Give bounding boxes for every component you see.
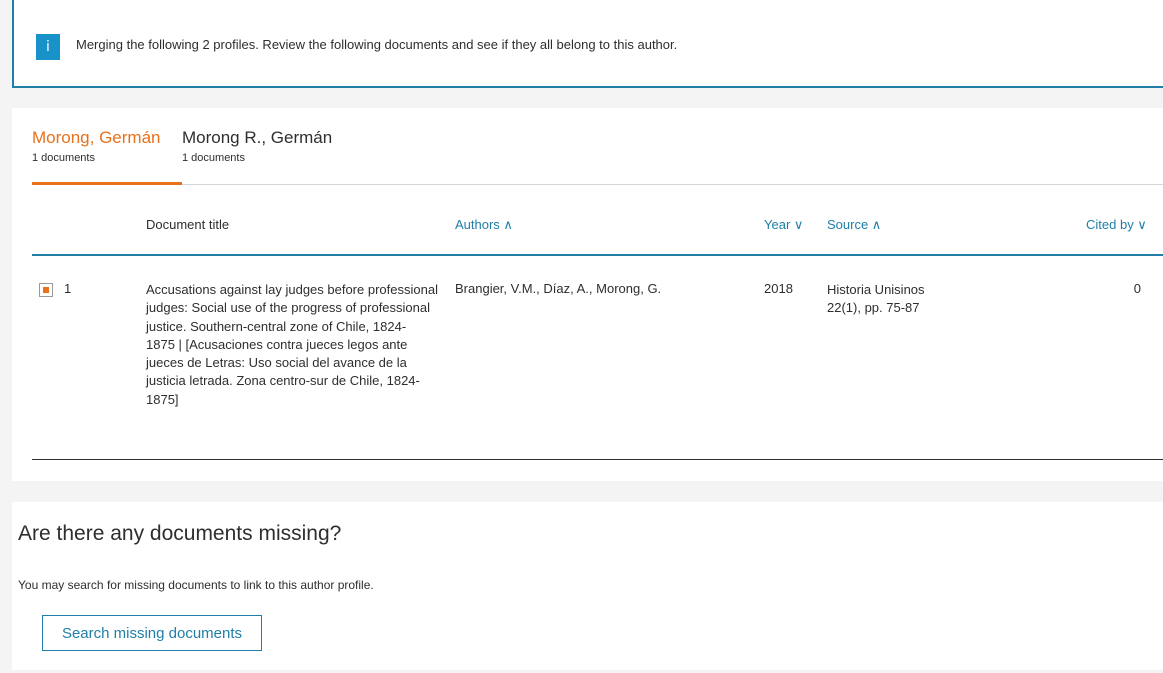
source-name: Historia Unisinos <box>827 282 925 297</box>
document-cited-by-count: 0 <box>1133 281 1141 296</box>
document-title-line: 1875] <box>146 391 179 407</box>
column-header-authors-sort[interactable]: Authors ∧ <box>455 217 513 233</box>
column-header-source-sort[interactable]: Source ∧ <box>827 217 881 233</box>
documents-panel: Morong, Germán 1 documents Morong R., Ge… <box>12 108 1163 481</box>
profile-tab-count: 1 documents <box>182 152 245 164</box>
row-number: 1 <box>64 281 72 296</box>
table-header-divider <box>32 254 1163 256</box>
document-title-line: justicia letrada. Zona centro-sur de Chi… <box>146 373 420 389</box>
profile-tab-name: Morong, Germán <box>32 128 161 147</box>
document-title-line: judges: Social use of the progress of pr… <box>146 300 431 316</box>
profile-tab-name: Morong R., Germán <box>182 128 333 147</box>
info-icon: i <box>36 34 60 60</box>
document-authors: Brangier, V.M., Díaz, A., Morong, G. <box>455 281 662 296</box>
profile-tab-count: 1 documents <box>32 152 95 164</box>
document-source: Historia Unisinos 22(1), pp. 75-87 <box>827 281 925 318</box>
table-bottom-divider <box>32 459 1163 460</box>
missing-documents-heading: Are there any documents missing? <box>18 522 342 545</box>
merge-info-banner: i Merging the following 2 profiles. Revi… <box>12 0 1163 88</box>
merge-info-message: Merging the following 2 profiles. Review… <box>76 37 678 52</box>
search-missing-documents-button[interactable]: Search missing documents <box>42 615 262 651</box>
document-title-line: justice. Southern-central zone of Chile,… <box>146 318 407 334</box>
document-year: 2018 <box>764 281 793 296</box>
column-header-cited-by-sort[interactable]: Cited by ∨ <box>1086 217 1147 233</box>
missing-documents-description: You may search for missing documents to … <box>18 578 374 592</box>
source-detail: 22(1), pp. 75-87 <box>827 300 920 316</box>
profile-tab-morong-german[interactable]: Morong, Germán 1 documents <box>32 128 161 164</box>
checkbox-checked-mark <box>43 287 49 293</box>
row-checkbox[interactable] <box>39 283 53 297</box>
document-title-link[interactable]: Accusations against lay judges before pr… <box>146 281 446 409</box>
tabs-divider <box>32 184 1163 185</box>
profile-tab-morong-r-german[interactable]: Morong R., Germán 1 documents <box>182 128 332 164</box>
column-header-document-title: Document title <box>146 217 230 232</box>
document-title-line: 1875 | [Acusaciones contra jueces legos … <box>146 336 408 352</box>
column-header-year-sort[interactable]: Year ∨ <box>764 217 803 233</box>
missing-documents-panel: Are there any documents missing? You may… <box>12 502 1163 670</box>
active-tab-indicator <box>32 182 182 185</box>
document-title-line: jueces de Letras: Uso social del avance … <box>146 355 407 371</box>
document-title-line: Accusations against lay judges before pr… <box>146 282 438 297</box>
